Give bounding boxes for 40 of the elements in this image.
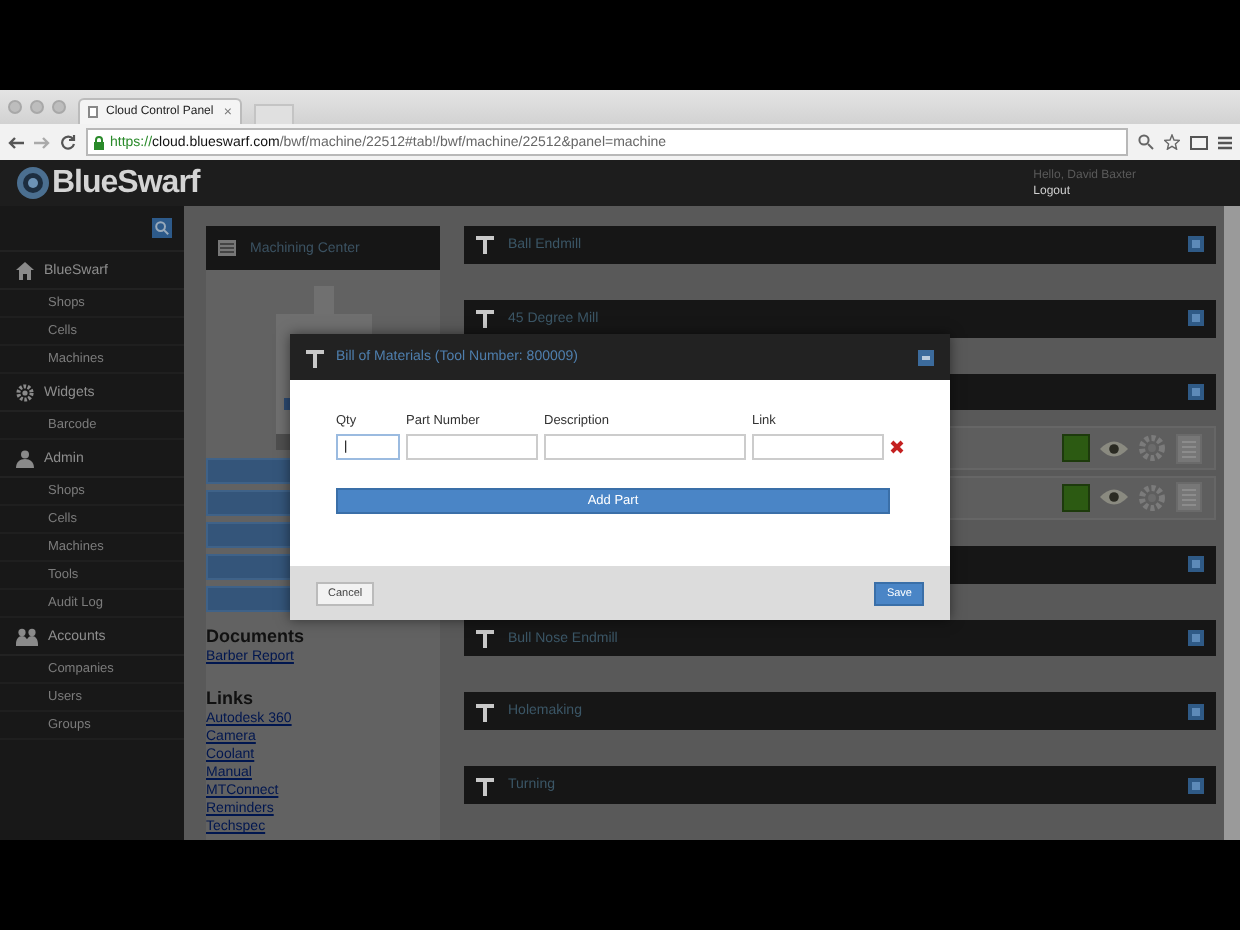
tool-icon [476, 701, 494, 722]
expand-icon[interactable] [1188, 236, 1204, 253]
delete-icon[interactable] [890, 440, 904, 454]
section-heading: Links [206, 688, 256, 708]
home-icon [16, 261, 34, 279]
description-field[interactable] [544, 434, 746, 460]
reload-icon[interactable] [60, 134, 76, 150]
status-icon [1062, 434, 1090, 463]
back-icon[interactable] [8, 135, 24, 149]
collapse-icon[interactable] [918, 349, 934, 365]
logo-text: BlueSwarf [52, 165, 200, 201]
search-icon[interactable] [152, 218, 172, 238]
expand-icon[interactable] [1188, 630, 1204, 647]
star-icon[interactable] [1164, 134, 1180, 150]
section-heading: Documents [206, 626, 307, 646]
search-icon[interactable] [1138, 134, 1154, 150]
tool-icon [476, 234, 494, 255]
tool-icon [306, 347, 324, 367]
menu-icon[interactable] [1218, 135, 1232, 149]
status-icon [1062, 483, 1090, 512]
tool-icon [476, 308, 494, 329]
tool-icon [476, 775, 494, 796]
part-number-field[interactable] [406, 434, 538, 460]
page-icon [88, 106, 98, 118]
gear-icon [16, 383, 34, 401]
lock-icon [94, 135, 104, 149]
logo-icon [16, 166, 50, 200]
expand-icon[interactable] [1188, 556, 1204, 573]
expand-icon[interactable] [1188, 777, 1204, 794]
link-field[interactable] [752, 434, 884, 460]
eye-icon[interactable] [1100, 488, 1128, 507]
expand-icon[interactable] [1188, 703, 1204, 720]
eye-icon[interactable] [1100, 439, 1128, 458]
expand-icon[interactable] [1188, 310, 1204, 327]
machine-icon [218, 240, 236, 256]
scrollbar[interactable] [1224, 206, 1240, 840]
tool-icon [476, 628, 494, 649]
people-icon [16, 627, 38, 645]
person-icon [16, 449, 34, 467]
expand-icon[interactable] [1188, 383, 1204, 400]
